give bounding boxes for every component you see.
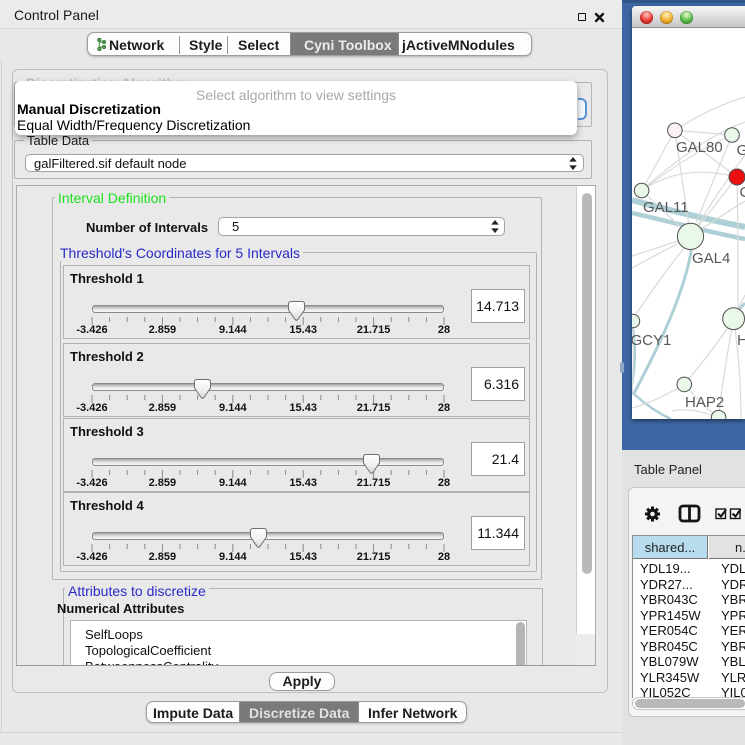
svg-text:GCY1: GCY1: [632, 332, 671, 349]
svg-text:GAL80: GAL80: [676, 139, 723, 156]
svg-text:GA: GA: [737, 142, 745, 159]
svg-text:GAL11: GAL11: [643, 199, 689, 216]
svg-text:H: H: [737, 332, 745, 349]
svg-text:GAL4: GAL4: [692, 250, 730, 267]
svg-text:HAP2: HAP2: [685, 394, 724, 411]
svg-text:C: C: [740, 184, 745, 201]
